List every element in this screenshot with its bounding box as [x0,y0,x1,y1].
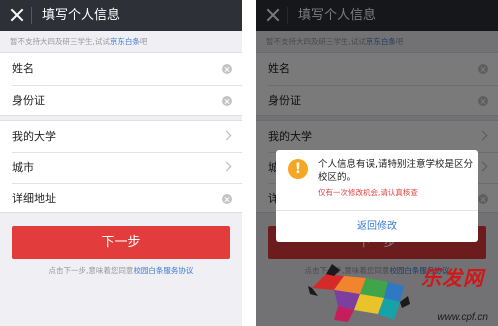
address-field[interactable]: 详细地址 [0,183,242,214]
bull-logo-icon [308,264,410,322]
watermark-text: 乐发网 [421,266,484,290]
chevron-right-icon [221,161,232,172]
agreement-text: 点击下一步,意味着您同意校园白条服务协议 [0,265,242,276]
clear-icon[interactable] [222,96,232,106]
dialog-message: 个人信息有误,请特别注意学校是区分校区的。 [318,159,474,183]
name-label: 姓名 [12,62,34,75]
clear-icon[interactable] [222,64,232,74]
page-title: 填写个人信息 [42,8,121,23]
identity-group: 姓名 身份证 [0,52,242,116]
dialog-subtext: 仅有一次修改机会,请认真核查 [318,188,418,197]
agreement-prefix: 点击下一步,意味着您同意 [48,266,134,275]
address-label: 详细地址 [12,192,56,205]
clear-icon[interactable] [222,194,232,204]
watermark-logo: 乐发网 www.cpf.cn [304,256,498,326]
university-field[interactable]: 我的大学 [0,121,242,152]
university-label: 我的大学 [12,130,56,143]
error-dialog: ! 个人信息有误,请特别注意学校是区分校区的。 仅有一次修改机会,请认真核查 返… [276,150,478,242]
watermark-url: www.cpf.cn [437,312,488,323]
agreement-link[interactable]: 校园白条服务协议 [133,266,193,275]
notice-link[interactable]: 京东白条 [110,37,140,46]
header-divider [31,7,32,24]
warning-icon: ! [288,159,308,179]
name-field[interactable]: 姓名 [0,53,242,85]
city-field[interactable]: 城市 [0,152,242,183]
top-bar: 填写个人信息 [0,0,242,31]
close-icon[interactable] [8,6,26,24]
notice-prefix: 暂不支持大四及研三学生,试试 [10,37,110,46]
form-screen: 填写个人信息 暂不支持大四及研三学生,试试京东白条吧 姓名 身份证 我的大学 城… [0,0,242,326]
next-button[interactable]: 下一步 [12,226,230,259]
notice-text: 暂不支持大四及研三学生,试试京东白条吧 [10,36,238,48]
school-group: 我的大学 城市 详细地址 [0,120,242,213]
city-label: 城市 [12,161,34,174]
chevron-right-icon [221,130,232,141]
notice-suffix: 吧 [139,37,148,46]
id-card-label: 身份证 [12,94,45,107]
return-edit-button[interactable]: 返回修改 [276,211,478,242]
id-card-field[interactable]: 身份证 [0,85,242,117]
